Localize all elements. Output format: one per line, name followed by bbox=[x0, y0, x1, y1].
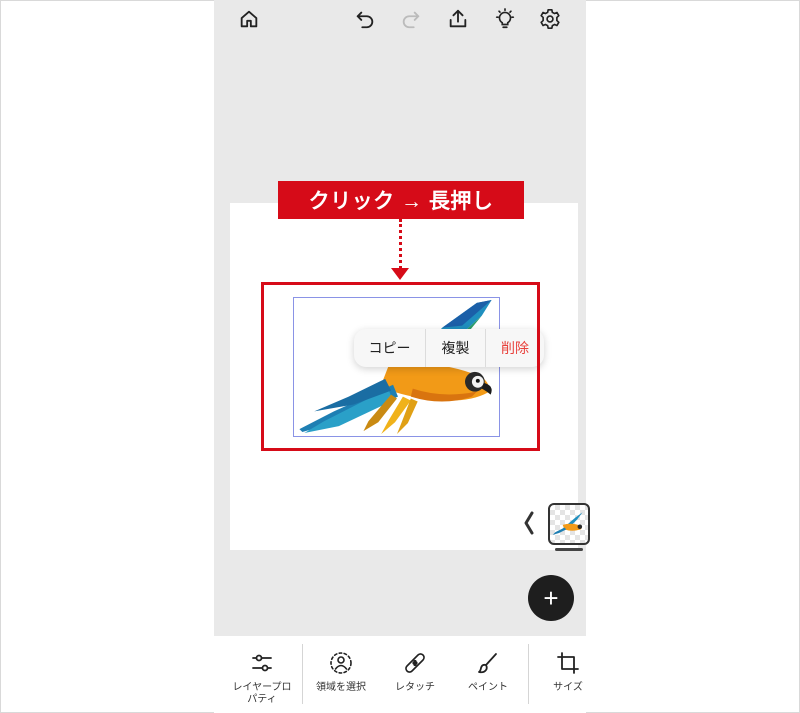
add-button[interactable]: + bbox=[528, 575, 574, 621]
bottom-toolbar: レイヤープロ パティ 領域を選択 レタッチ ペイント サイズ bbox=[214, 636, 586, 713]
top-toolbar bbox=[214, 0, 586, 40]
home-icon[interactable] bbox=[236, 6, 262, 32]
tool-size[interactable]: サイズ bbox=[538, 636, 598, 713]
tool-label: レタッチ bbox=[395, 682, 435, 693]
annotation-arrow-icon bbox=[391, 268, 409, 280]
brush-icon bbox=[476, 651, 500, 675]
share-icon[interactable] bbox=[445, 6, 471, 32]
toolbar-divider bbox=[528, 644, 529, 704]
layer-thumbnail[interactable] bbox=[548, 503, 590, 545]
annotation-label: クリック → 長押し bbox=[278, 181, 524, 219]
gear-icon[interactable] bbox=[537, 6, 563, 32]
tool-label: 領域を選択 bbox=[316, 682, 366, 693]
tool-label: レイヤープロ パティ bbox=[232, 682, 292, 705]
tool-retouch[interactable]: レタッチ bbox=[384, 636, 446, 713]
bandage-icon bbox=[403, 651, 427, 675]
select-person-icon bbox=[329, 651, 353, 675]
tool-select-area[interactable]: 領域を選択 bbox=[310, 636, 372, 713]
crop-icon bbox=[556, 651, 580, 675]
annotation-highlight-frame bbox=[261, 282, 540, 451]
tool-layer-properties[interactable]: レイヤープロ パティ bbox=[224, 636, 300, 713]
lightbulb-icon[interactable] bbox=[492, 6, 518, 32]
layer-panel-chevron-left-icon[interactable] bbox=[522, 510, 536, 536]
tool-paint[interactable]: ペイント bbox=[457, 636, 519, 713]
undo-icon[interactable] bbox=[352, 6, 378, 32]
redo-icon[interactable] bbox=[398, 6, 424, 32]
toolbar-divider bbox=[302, 644, 303, 704]
sliders-icon bbox=[250, 651, 274, 675]
tool-label: サイズ bbox=[553, 682, 583, 693]
tool-label: ペイント bbox=[468, 682, 508, 693]
active-layer-indicator bbox=[555, 548, 583, 551]
annotation-dotted-line bbox=[399, 219, 402, 269]
